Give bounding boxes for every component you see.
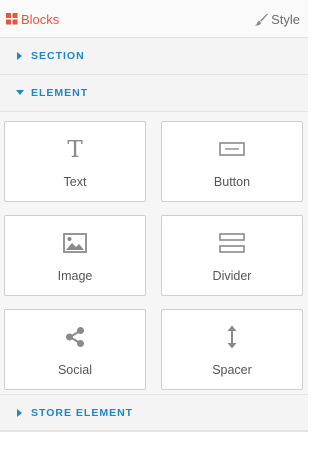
caret-down-icon (14, 90, 26, 96)
image-icon (5, 230, 145, 256)
section-header-label: SECTION (31, 50, 85, 62)
caret-right-icon (14, 408, 26, 417)
tab-blocks[interactable]: Blocks (6, 0, 59, 38)
divider-icon (162, 230, 302, 256)
block-label: Button (213, 175, 251, 189)
section-header-store-element[interactable]: STORE ELEMENT (0, 394, 308, 431)
block-divider[interactable]: Divider (161, 215, 303, 296)
section-header-label: ELEMENT (31, 87, 89, 99)
block-image[interactable]: Image (4, 215, 146, 296)
block-label: Divider (212, 269, 252, 283)
block-social[interactable]: Social (4, 309, 146, 390)
block-label: Text (63, 175, 87, 189)
tab-blocks-label: Blocks (21, 11, 60, 27)
section-header-label: STORE ELEMENT (31, 406, 134, 419)
caret-right-icon (14, 52, 26, 60)
button-icon (162, 136, 302, 162)
element-blocks-grid: T Text Button Image Divider Social Space… (0, 112, 308, 394)
panel-tabs: Blocks Style (0, 0, 308, 38)
tab-style[interactable]: Style (254, 0, 300, 38)
tab-style-label: Style (271, 11, 300, 27)
svg-text:T: T (67, 137, 83, 161)
spacer-icon (162, 324, 302, 350)
text-icon: T (5, 136, 145, 162)
divider-line (0, 431, 308, 432)
block-text[interactable]: T Text (4, 121, 146, 202)
block-label: Social (57, 363, 93, 377)
block-label: Image (57, 269, 93, 283)
block-spacer[interactable]: Spacer (161, 309, 303, 390)
section-header-element[interactable]: ELEMENT (0, 75, 308, 112)
section-header-section[interactable]: SECTION (0, 38, 308, 75)
block-label: Spacer (212, 363, 252, 377)
paintbrush-icon (254, 13, 268, 26)
grid-icon (6, 13, 18, 25)
share-icon (5, 324, 145, 350)
block-button[interactable]: Button (161, 121, 303, 202)
